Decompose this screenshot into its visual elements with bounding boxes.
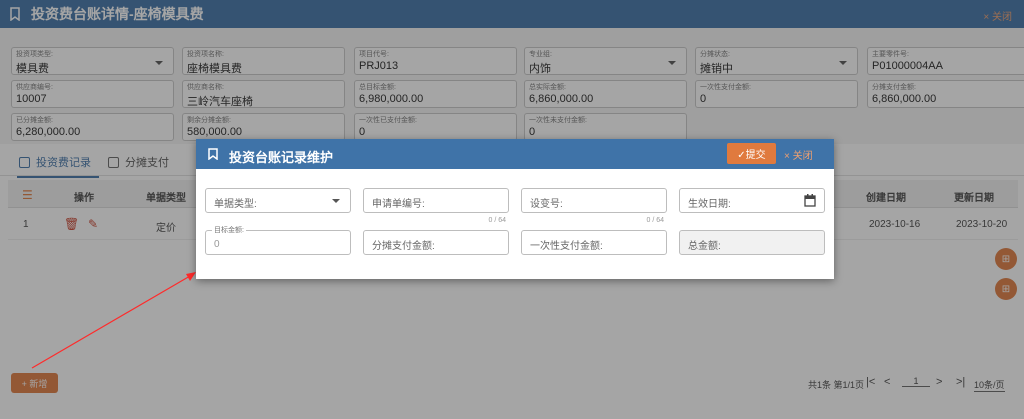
dialog-close-button[interactable]: × 关闭	[784, 147, 813, 162]
record-maintenance-dialog: 投资台账记录维护 ✓提交 × 关闭 单据类型: 申请单编号: 0 / 64 设变…	[196, 139, 834, 279]
doc-type-select[interactable]: 单据类型:	[205, 188, 351, 213]
submit-button[interactable]: ✓提交	[727, 143, 776, 164]
dialog-header: 投资台账记录维护 ✓提交 × 关闭	[196, 139, 834, 169]
change-number-input[interactable]: 设变号: 0 / 64	[521, 188, 667, 224]
apply-number-counter: 0 / 64	[488, 217, 506, 224]
target-amount-input[interactable]: 目标金额: 0	[205, 225, 351, 255]
change-number-counter: 0 / 64	[646, 217, 664, 224]
allocated-payment-input[interactable]: 分摊支付金额:	[363, 230, 509, 255]
total-amount-input: 总金额:	[679, 230, 825, 255]
bookmark-icon	[208, 148, 218, 160]
chevron-down-icon	[332, 199, 340, 203]
apply-number-input[interactable]: 申请单编号: 0 / 64	[363, 188, 509, 224]
dialog-title: 投资台账记录维护	[229, 150, 334, 165]
effective-date-picker[interactable]: 生效日期:	[679, 188, 825, 213]
calendar-icon[interactable]	[804, 194, 816, 207]
one-time-payment-input[interactable]: 一次性支付金额:	[521, 230, 667, 255]
